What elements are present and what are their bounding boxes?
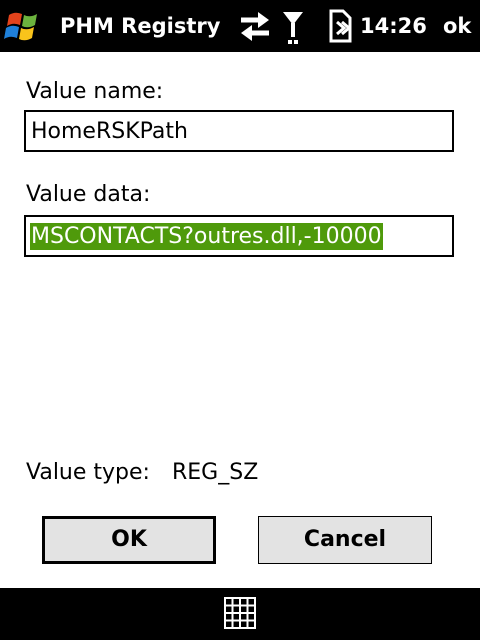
keyboard-icon[interactable]: [223, 596, 257, 630]
signal-antenna-icon[interactable]: [282, 8, 304, 44]
title-ok-button[interactable]: ok: [434, 12, 480, 40]
value-type-label: Value type:: [26, 460, 150, 485]
value-data-text-selected: MSCONTACTS?outres.dll,-10000: [30, 223, 383, 250]
value-data-label: Value data:: [26, 182, 151, 207]
cancel-button[interactable]: Cancel: [258, 516, 432, 564]
clock[interactable]: 14:26: [360, 13, 427, 39]
value-type-value: REG_SZ: [172, 460, 259, 485]
value-name-text: HomeRSKPath: [31, 119, 188, 144]
app-title: PHM Registry Ed: [60, 14, 228, 38]
windows-flag-icon[interactable]: [0, 3, 52, 49]
ok-button[interactable]: OK: [42, 516, 216, 564]
soft-key-bar: [0, 588, 480, 640]
title-bar: PHM Registry Ed 14:26 ok: [0, 0, 480, 52]
sync-arrows-icon[interactable]: [238, 8, 272, 44]
value-data-field[interactable]: MSCONTACTS?outres.dll,-10000: [24, 215, 454, 257]
value-name-label: Value name:: [26, 79, 164, 104]
value-name-field[interactable]: HomeRSKPath: [24, 110, 454, 152]
battery-icon[interactable]: [328, 8, 354, 44]
